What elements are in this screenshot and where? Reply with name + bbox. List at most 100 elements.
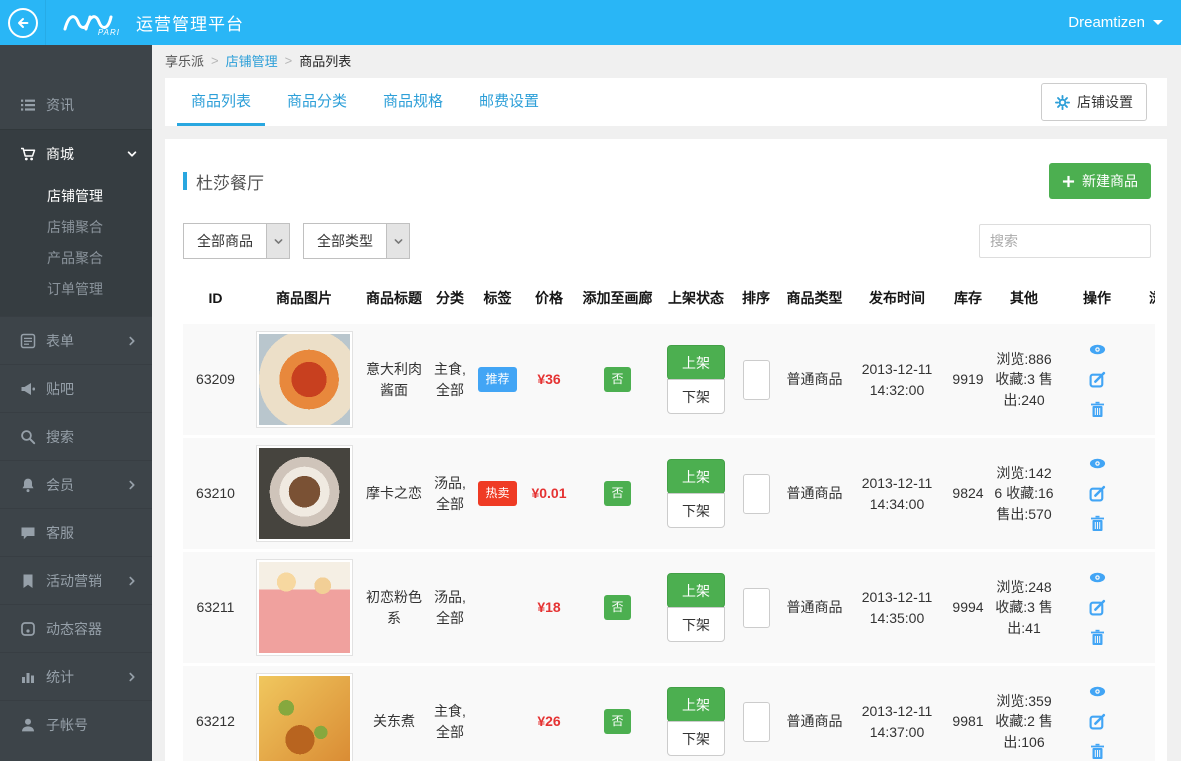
off-shelf-button[interactable]: 下架	[667, 721, 725, 756]
publish-date: 2013-12-11	[852, 359, 942, 379]
new-product-button[interactable]: 新建商品	[1049, 163, 1151, 199]
col-image: 商品图片	[248, 275, 360, 323]
sidebar-item-tieba[interactable]: 贴吧	[0, 364, 152, 412]
back-arrow-icon	[15, 15, 31, 31]
trash-icon[interactable]	[1089, 743, 1106, 760]
edit-icon[interactable]	[1089, 485, 1106, 502]
megaphone-icon	[20, 381, 36, 397]
sidebar-item-statistics[interactable]: 统计	[0, 652, 152, 700]
off-shelf-button[interactable]: 下架	[667, 607, 725, 642]
product-stats: 浏览:359 收藏:2 售出:106	[991, 665, 1057, 761]
chevron-right-icon	[126, 575, 138, 587]
product-category: 主食,全部	[428, 665, 472, 761]
sidebar-item-label: 子帐号	[46, 715, 88, 735]
sidebar-item-label: 商城	[46, 144, 74, 164]
main-content: 享乐派 > 店铺管理 > 商品列表 商品列表 商品分类 商品规格 邮费设置 店铺…	[152, 45, 1181, 761]
trash-icon[interactable]	[1089, 401, 1106, 418]
sort-input[interactable]	[743, 588, 770, 628]
sidebar-item-customer-service[interactable]: 客服	[0, 508, 152, 556]
breadcrumb-separator: >	[211, 53, 219, 68]
search-input[interactable]	[979, 224, 1151, 258]
product-id: 63211	[183, 551, 248, 665]
product-stock: 9981	[945, 665, 991, 761]
edit-icon[interactable]	[1089, 371, 1106, 388]
sidebar-item-store-management[interactable]: 店铺管理	[0, 180, 152, 211]
eye-icon[interactable]	[1089, 569, 1106, 586]
section-header: 杜莎餐厅 新建商品	[183, 139, 1155, 199]
user-name: Dreamtizen	[1068, 14, 1145, 31]
trash-icon[interactable]	[1089, 515, 1106, 532]
publish-time: 14:32:00	[852, 380, 942, 400]
product-price: ¥18	[523, 551, 575, 665]
product-price: ¥26	[523, 665, 575, 761]
tab-product-list[interactable]: 商品列表	[177, 78, 265, 126]
mall-submenu: 店铺管理 店铺聚合 产品聚合 订单管理	[0, 178, 152, 316]
sidebar-item-forms[interactable]: 表单	[0, 316, 152, 364]
breadcrumb-item-store-management[interactable]: 店铺管理	[226, 51, 278, 70]
product-category: 汤品,全部	[428, 437, 472, 551]
chevron-right-icon	[126, 335, 138, 347]
sidebar-item-product-aggregation[interactable]: 产品聚合	[0, 242, 152, 273]
eye-icon[interactable]	[1089, 455, 1106, 472]
edit-icon[interactable]	[1089, 599, 1106, 616]
product-title: 关东煮	[360, 665, 428, 761]
sidebar-item-subaccounts[interactable]: 子帐号	[0, 700, 152, 748]
on-shelf-button[interactable]: 上架	[667, 345, 725, 380]
tab-postage-settings[interactable]: 邮费设置	[465, 78, 553, 126]
tag-badge: 推荐	[478, 367, 516, 392]
chevron-down-icon	[386, 224, 409, 258]
product-category: 主食,全部	[428, 323, 472, 437]
product-title: 摩卡之恋	[360, 437, 428, 551]
product-type: 普通商品	[780, 437, 849, 551]
store-name: 杜莎餐厅	[196, 169, 264, 194]
on-shelf-button[interactable]: 上架	[667, 573, 725, 608]
eye-icon[interactable]	[1089, 683, 1106, 700]
app-title: 运营管理平台	[136, 10, 244, 35]
back-button[interactable]	[8, 8, 38, 38]
sort-input[interactable]	[743, 360, 770, 400]
sidebar-item-store-aggregation[interactable]: 店铺聚合	[0, 211, 152, 242]
sidebar-item-mall[interactable]: 商城	[0, 130, 152, 178]
tab-product-spec[interactable]: 商品规格	[369, 78, 457, 126]
col-category: 分类	[428, 275, 472, 323]
col-id: ID	[183, 275, 248, 323]
off-shelf-button[interactable]: 下架	[667, 379, 725, 414]
user-menu[interactable]: Dreamtizen	[1068, 14, 1163, 31]
tab-product-category[interactable]: 商品分类	[273, 78, 361, 126]
sidebar-item-marketing[interactable]: 活动营销	[0, 556, 152, 604]
trash-icon[interactable]	[1089, 629, 1106, 646]
sort-input[interactable]	[743, 474, 770, 514]
sidebar-item-label: 会员	[46, 475, 74, 495]
col-price: 价格	[523, 275, 575, 323]
sidebar-item-label: 统计	[46, 667, 74, 687]
on-shelf-button[interactable]: 上架	[667, 687, 725, 722]
cart-icon	[20, 146, 36, 162]
gallery-badge: 否	[604, 481, 630, 506]
gallery-badge: 否	[604, 595, 630, 620]
sort-input[interactable]	[743, 702, 770, 742]
type-filter-select[interactable]: 全部类型	[303, 223, 410, 259]
sidebar-item-members[interactable]: 会员	[0, 460, 152, 508]
on-shelf-button[interactable]: 上架	[667, 459, 725, 494]
chevron-right-icon	[126, 479, 138, 491]
table-header-row: ID 商品图片 商品标题 分类 标签 价格 添加至画廊 上架状态 排序 商品类型…	[183, 275, 1155, 323]
sidebar-item-search[interactable]: 搜索	[0, 412, 152, 460]
sidebar-item-news[interactable]: 资讯	[0, 81, 152, 129]
publish-time: 14:37:00	[852, 722, 942, 742]
off-shelf-button[interactable]: 下架	[667, 493, 725, 528]
eye-icon[interactable]	[1089, 341, 1106, 358]
publish-date: 2013-12-11	[852, 473, 942, 493]
product-filter-select[interactable]: 全部商品	[183, 223, 290, 259]
sidebar-item-order-management[interactable]: 订单管理	[0, 273, 152, 304]
store-settings-button[interactable]: 店铺设置	[1041, 83, 1147, 121]
edit-icon[interactable]	[1089, 713, 1106, 730]
section-accent-bar	[183, 172, 187, 190]
product-title: 意大利肉酱面	[360, 323, 428, 437]
product-image	[257, 332, 352, 427]
table-row: 63209 意大利肉酱面 主食,全部 推荐 ¥36 否 上架 下架	[183, 323, 1155, 437]
publish-date: 2013-12-11	[852, 701, 942, 721]
list-icon	[20, 97, 36, 113]
back-button-wrap	[0, 0, 46, 45]
sidebar-item-dynamic-container[interactable]: 动态容器	[0, 604, 152, 652]
product-price: ¥0.01	[523, 437, 575, 551]
